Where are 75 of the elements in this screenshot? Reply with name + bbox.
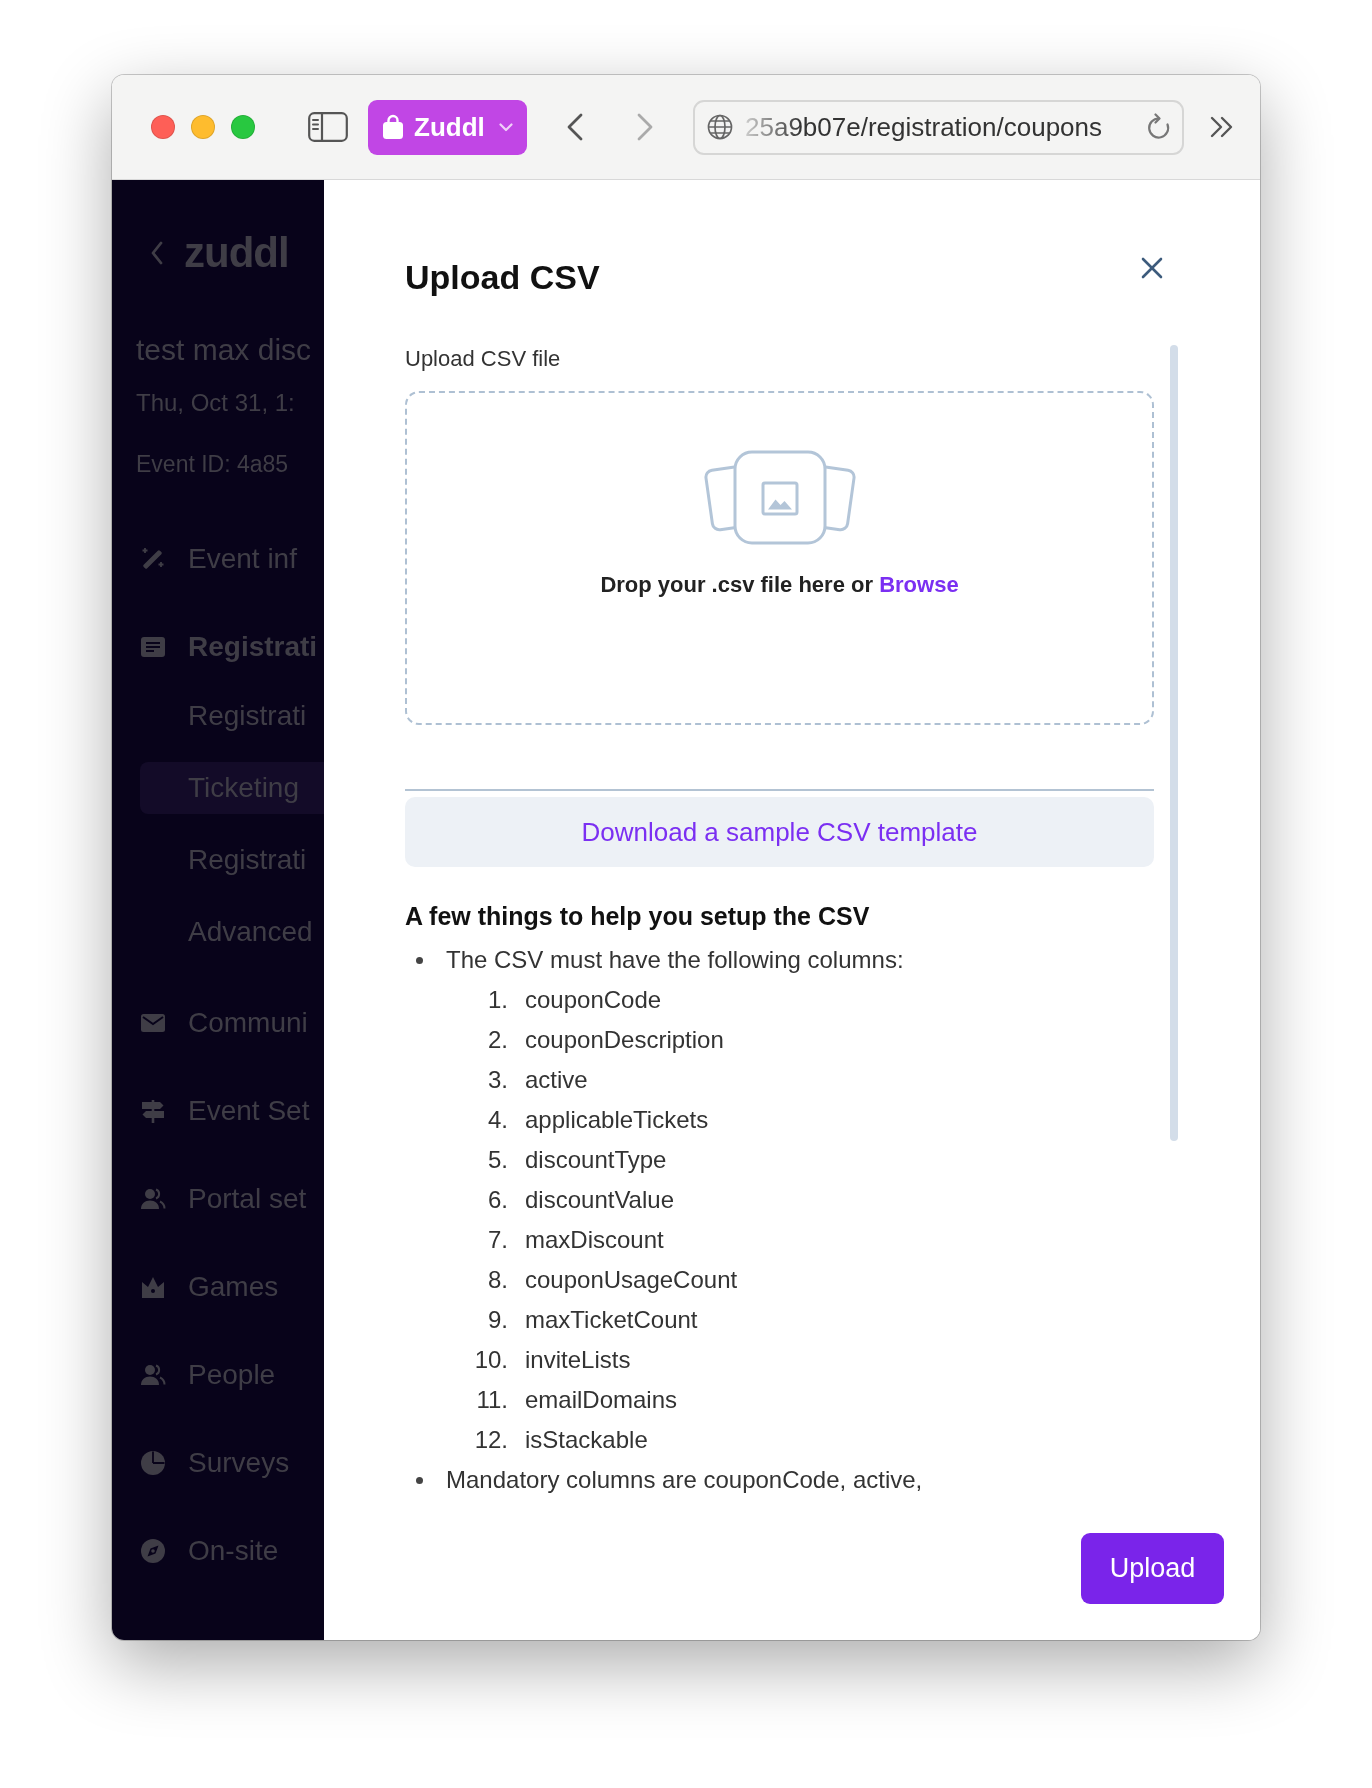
list-number: 7. xyxy=(487,1225,508,1255)
nav-item[interactable]: People xyxy=(140,1358,276,1392)
column-name: couponDescription xyxy=(525,1025,724,1055)
browse-link[interactable]: Browse xyxy=(879,572,959,597)
nav-item[interactable]: Communi xyxy=(140,1006,308,1040)
list-number: 9. xyxy=(487,1305,508,1335)
list-number: 11. xyxy=(475,1385,508,1415)
drop-zone[interactable]: Drop your .csv file here or Browse xyxy=(405,391,1154,725)
image-upload-icon xyxy=(701,450,858,546)
scrollbar-thumb[interactable] xyxy=(1170,345,1178,1141)
help-text: The CSV must have the following columns: xyxy=(446,945,904,975)
column-name: discountValue xyxy=(525,1185,674,1215)
list-number: 8. xyxy=(487,1265,508,1295)
list-number: 5. xyxy=(487,1145,508,1175)
list-number: 12. xyxy=(473,1425,508,1455)
nav-item[interactable]: Portal set xyxy=(140,1182,307,1216)
list-number: 3. xyxy=(487,1065,508,1095)
chevron-left-icon[interactable] xyxy=(566,113,584,141)
nav-item[interactable]: Registrati xyxy=(140,630,318,664)
help-heading: A few things to help you setup the CSV xyxy=(405,901,871,932)
column-name: active xyxy=(525,1065,588,1095)
event-id: Event ID: 4a85 xyxy=(136,450,290,479)
dialog-title: Upload CSV xyxy=(405,257,600,298)
column-name: couponUsageCount xyxy=(525,1265,738,1295)
document-icon xyxy=(140,634,166,660)
window-minimize-icon[interactable] xyxy=(191,115,215,139)
magic-wand-icon xyxy=(140,546,166,572)
list-number: 6. xyxy=(487,1185,508,1215)
logo-text: zuddl xyxy=(184,228,289,278)
nav-subitem[interactable]: Registrati xyxy=(188,843,307,877)
caret-icon xyxy=(499,122,513,132)
nav-subitem[interactable]: Registrati xyxy=(188,699,307,733)
event-name: test max disc xyxy=(136,332,313,368)
tab-group-button[interactable]: Zuddl xyxy=(368,99,527,155)
nav-item[interactable]: Surveys xyxy=(140,1446,290,1480)
column-name: applicableTickets xyxy=(525,1105,709,1135)
upload-button[interactable]: Upload xyxy=(1081,1533,1224,1604)
signpost-icon xyxy=(140,1098,166,1124)
sidebar-toggle-icon[interactable] xyxy=(308,112,348,142)
nav-item[interactable]: Games xyxy=(140,1270,279,1304)
globe-icon xyxy=(707,114,733,140)
column-name: emailDomains xyxy=(525,1385,678,1415)
column-name: maxDiscount xyxy=(525,1225,664,1255)
field-label: Upload CSV file xyxy=(405,345,562,373)
event-date: Thu, Oct 31, 1: xyxy=(136,388,296,418)
help-text: Mandatory columns are couponCode, active, xyxy=(446,1465,923,1495)
column-name: couponCode xyxy=(525,985,662,1015)
people-icon xyxy=(140,1186,166,1212)
close-icon[interactable] xyxy=(1140,256,1164,280)
compass-icon xyxy=(140,1538,166,1564)
nav-item[interactable]: Event Set xyxy=(140,1094,310,1128)
column-name: isStackable xyxy=(525,1425,648,1455)
dropzone-text: Drop your .csv file here or Browse xyxy=(600,571,959,599)
bullet-icon xyxy=(416,956,423,964)
nav-subitem[interactable]: Advanced xyxy=(188,915,313,949)
list-number: 4. xyxy=(487,1105,508,1135)
download-template-button[interactable]: Download a sample CSV template xyxy=(405,797,1154,867)
window-maximize-icon[interactable] xyxy=(231,115,255,139)
column-name: inviteLists xyxy=(525,1345,631,1375)
nav-item[interactable]: Event inf xyxy=(140,542,297,576)
double-chevron-icon[interactable] xyxy=(1209,116,1234,138)
people-icon xyxy=(140,1362,166,1388)
list-number: 1. xyxy=(487,985,508,1015)
circular-arrow-icon[interactable] xyxy=(1146,113,1172,141)
column-name: discountType xyxy=(525,1145,667,1175)
list-number: 10. xyxy=(473,1345,508,1375)
window-close-icon[interactable] xyxy=(151,115,175,139)
address-field[interactable]: 25a9b07e/registration/coupons xyxy=(693,99,1184,155)
column-name: maxTicketCount xyxy=(525,1305,698,1335)
chevron-right-icon[interactable] xyxy=(636,113,654,141)
pie-chart-icon xyxy=(140,1450,166,1476)
nav-item[interactable]: On-site xyxy=(140,1534,279,1568)
bullet-icon xyxy=(416,1476,423,1484)
list-number: 2. xyxy=(487,1025,508,1055)
shopping-bag-icon xyxy=(382,114,404,140)
